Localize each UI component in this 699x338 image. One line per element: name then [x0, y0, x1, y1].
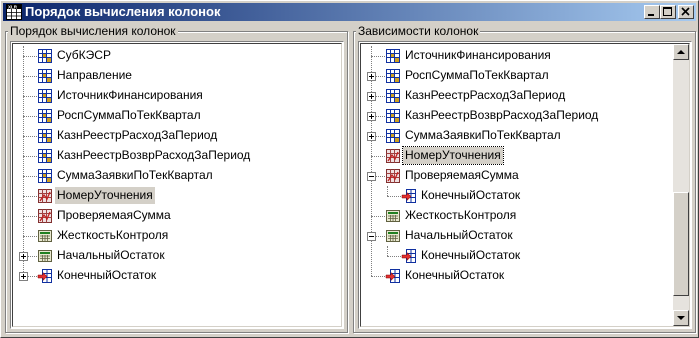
- svg-text:XLR: XLR: [8, 5, 18, 10]
- tree-node-label: НомерУточнения: [402, 146, 504, 165]
- column-icon: [386, 109, 400, 123]
- tree-node-label: СубКЭСР: [57, 48, 111, 62]
- tree-node[interactable]: ПроверяемаяСумма: [361, 166, 689, 186]
- tree-node-label: НомерУточнения: [55, 187, 155, 204]
- title-bar[interactable]: XLR Порядок вычисления колонок: [3, 3, 696, 21]
- tree-node[interactable]: НомерУточнения: [361, 146, 689, 166]
- tree-node[interactable]: ИсточникФинансирования: [13, 86, 341, 106]
- tree-node-label: РоспСуммаПоТекКвартал: [405, 68, 549, 82]
- tree-node[interactable]: НачальныйОстаток: [361, 226, 689, 246]
- tree-node[interactable]: ПроверяемаяСумма: [13, 206, 341, 226]
- column-icon: [38, 49, 52, 63]
- tree-node[interactable]: РоспСуммаПоТекКвартал: [361, 66, 689, 86]
- tree-node-label: НачальныйОстаток: [405, 228, 513, 242]
- arrow-down-icon: [677, 316, 685, 320]
- tree-node-label: Направление: [57, 68, 132, 82]
- tree-node[interactable]: КонечныйОстаток: [13, 266, 341, 286]
- calculator-icon: [386, 210, 400, 222]
- tree-node-label: ИсточникФинансирования: [57, 88, 203, 102]
- tree-node[interactable]: СуммаЗаявкиПоТекКвартал: [13, 166, 341, 186]
- tree-node-label: ИсточникФинансирования: [405, 48, 551, 62]
- column-icon: [386, 129, 400, 143]
- dependencies-tree[interactable]: ИсточникФинансирования РоспСуммаПоТекКвар…: [358, 41, 692, 329]
- tree-node-label: СуммаЗаявкиПоТекКвартал: [57, 168, 213, 182]
- tree-node[interactable]: СуммаЗаявкиПоТекКвартал: [361, 126, 689, 146]
- calculator-icon: [38, 250, 52, 262]
- column-icon: [386, 69, 400, 83]
- left-group-legend: Порядок вычисления колонок: [8, 24, 178, 39]
- minimize-button[interactable]: [644, 5, 660, 19]
- formula-icon: [386, 149, 400, 163]
- tree-node[interactable]: ИсточникФинансирования: [361, 46, 689, 66]
- arrow-column-icon: [385, 269, 400, 283]
- formula-icon: [386, 169, 400, 183]
- dialog-window: XLR Порядок вычисления колонок Порядок в…: [0, 0, 699, 338]
- grid-app-icon: XLR: [6, 4, 22, 20]
- column-icon: [38, 109, 52, 123]
- tree-node-label: РоспСуммаПоТекКвартал: [57, 108, 201, 122]
- right-group-legend: Зависимости колонок: [356, 24, 481, 39]
- tree-node-label: ЖесткостьКонтроля: [405, 208, 517, 222]
- left-group: Порядок вычисления колонок СубКЭСР Направ…: [5, 24, 348, 333]
- right-group: Зависимости колонок ИсточникФинансирован…: [353, 24, 696, 333]
- tree-node[interactable]: СубКЭСР: [13, 46, 341, 66]
- column-icon: [38, 69, 52, 83]
- tree-node-label: ПроверяемаяСумма: [405, 168, 519, 182]
- tree-node-label: ПроверяемаяСумма: [57, 208, 171, 222]
- close-icon: [681, 7, 690, 16]
- vertical-scrollbar[interactable]: [673, 44, 689, 326]
- tree-node[interactable]: РоспСуммаПоТекКвартал: [13, 106, 341, 126]
- column-icon: [38, 169, 52, 183]
- tree-node[interactable]: КонечныйОстаток: [361, 266, 689, 286]
- tree-node-label: КонечныйОстаток: [405, 268, 505, 282]
- arrow-column-icon: [401, 189, 416, 203]
- tree-node-label: КазнРеестрРасходЗаПериод: [405, 88, 566, 102]
- arrow-column-icon: [37, 269, 52, 283]
- scroll-down-button[interactable]: [673, 310, 689, 326]
- tree-node-label: ЖесткостьКонтроля: [57, 228, 169, 242]
- arrow-up-icon: [677, 50, 685, 54]
- tree-node[interactable]: КонечныйОстаток: [361, 246, 689, 266]
- tree-node[interactable]: КазнРеестрРасходЗаПериод: [361, 86, 689, 106]
- tree-node[interactable]: НомерУточнения: [13, 186, 341, 206]
- tree-node[interactable]: КазнРеестрРасходЗаПериод: [13, 126, 341, 146]
- minimize-icon: [648, 14, 654, 16]
- tree-node-label: КазнРеестрВозврРасходЗаПериод: [405, 108, 599, 122]
- arrow-column-icon: [401, 249, 416, 263]
- calculator-icon: [38, 230, 52, 242]
- tree-node-label: КонечныйОстаток: [421, 188, 521, 202]
- tree-node[interactable]: КазнРеестрВозврРасходЗаПериод: [361, 106, 689, 126]
- scroll-thumb[interactable]: [673, 192, 689, 296]
- tree-node[interactable]: ЖесткостьКонтроля: [13, 226, 341, 246]
- column-icon: [38, 129, 52, 143]
- column-icon: [386, 49, 400, 63]
- tree-node-label: НачальныйОстаток: [57, 248, 165, 262]
- tree-node[interactable]: НачальныйОстаток: [13, 246, 341, 266]
- tree-node-label: КазнРеестрРасходЗаПериод: [57, 128, 218, 142]
- tree-node[interactable]: КонечныйОстаток: [361, 186, 689, 206]
- column-icon: [38, 149, 52, 163]
- column-icon: [386, 89, 400, 103]
- scroll-up-button[interactable]: [673, 44, 689, 60]
- maximize-button[interactable]: [660, 5, 676, 19]
- order-tree[interactable]: СубКЭСР Направление ИсточникФинансирования…: [10, 41, 344, 329]
- close-button[interactable]: [678, 5, 694, 19]
- maximize-icon: [663, 7, 672, 16]
- tree-node-label: КазнРеестрВозврРасходЗаПериод: [57, 148, 251, 162]
- tree-node-label: КонечныйОстаток: [421, 248, 521, 262]
- calculator-icon: [386, 230, 400, 242]
- column-icon: [38, 89, 52, 103]
- tree-node-label: КонечныйОстаток: [57, 268, 157, 282]
- tree-node[interactable]: ЖесткостьКонтроля: [361, 206, 689, 226]
- window-title: Порядок вычисления колонок: [25, 4, 221, 19]
- formula-icon: [38, 189, 52, 203]
- tree-node[interactable]: КазнРеестрВозврРасходЗаПериод: [13, 146, 341, 166]
- tree-node[interactable]: Направление: [13, 66, 341, 86]
- formula-icon: [38, 209, 52, 223]
- tree-node-label: СуммаЗаявкиПоТекКвартал: [405, 128, 561, 142]
